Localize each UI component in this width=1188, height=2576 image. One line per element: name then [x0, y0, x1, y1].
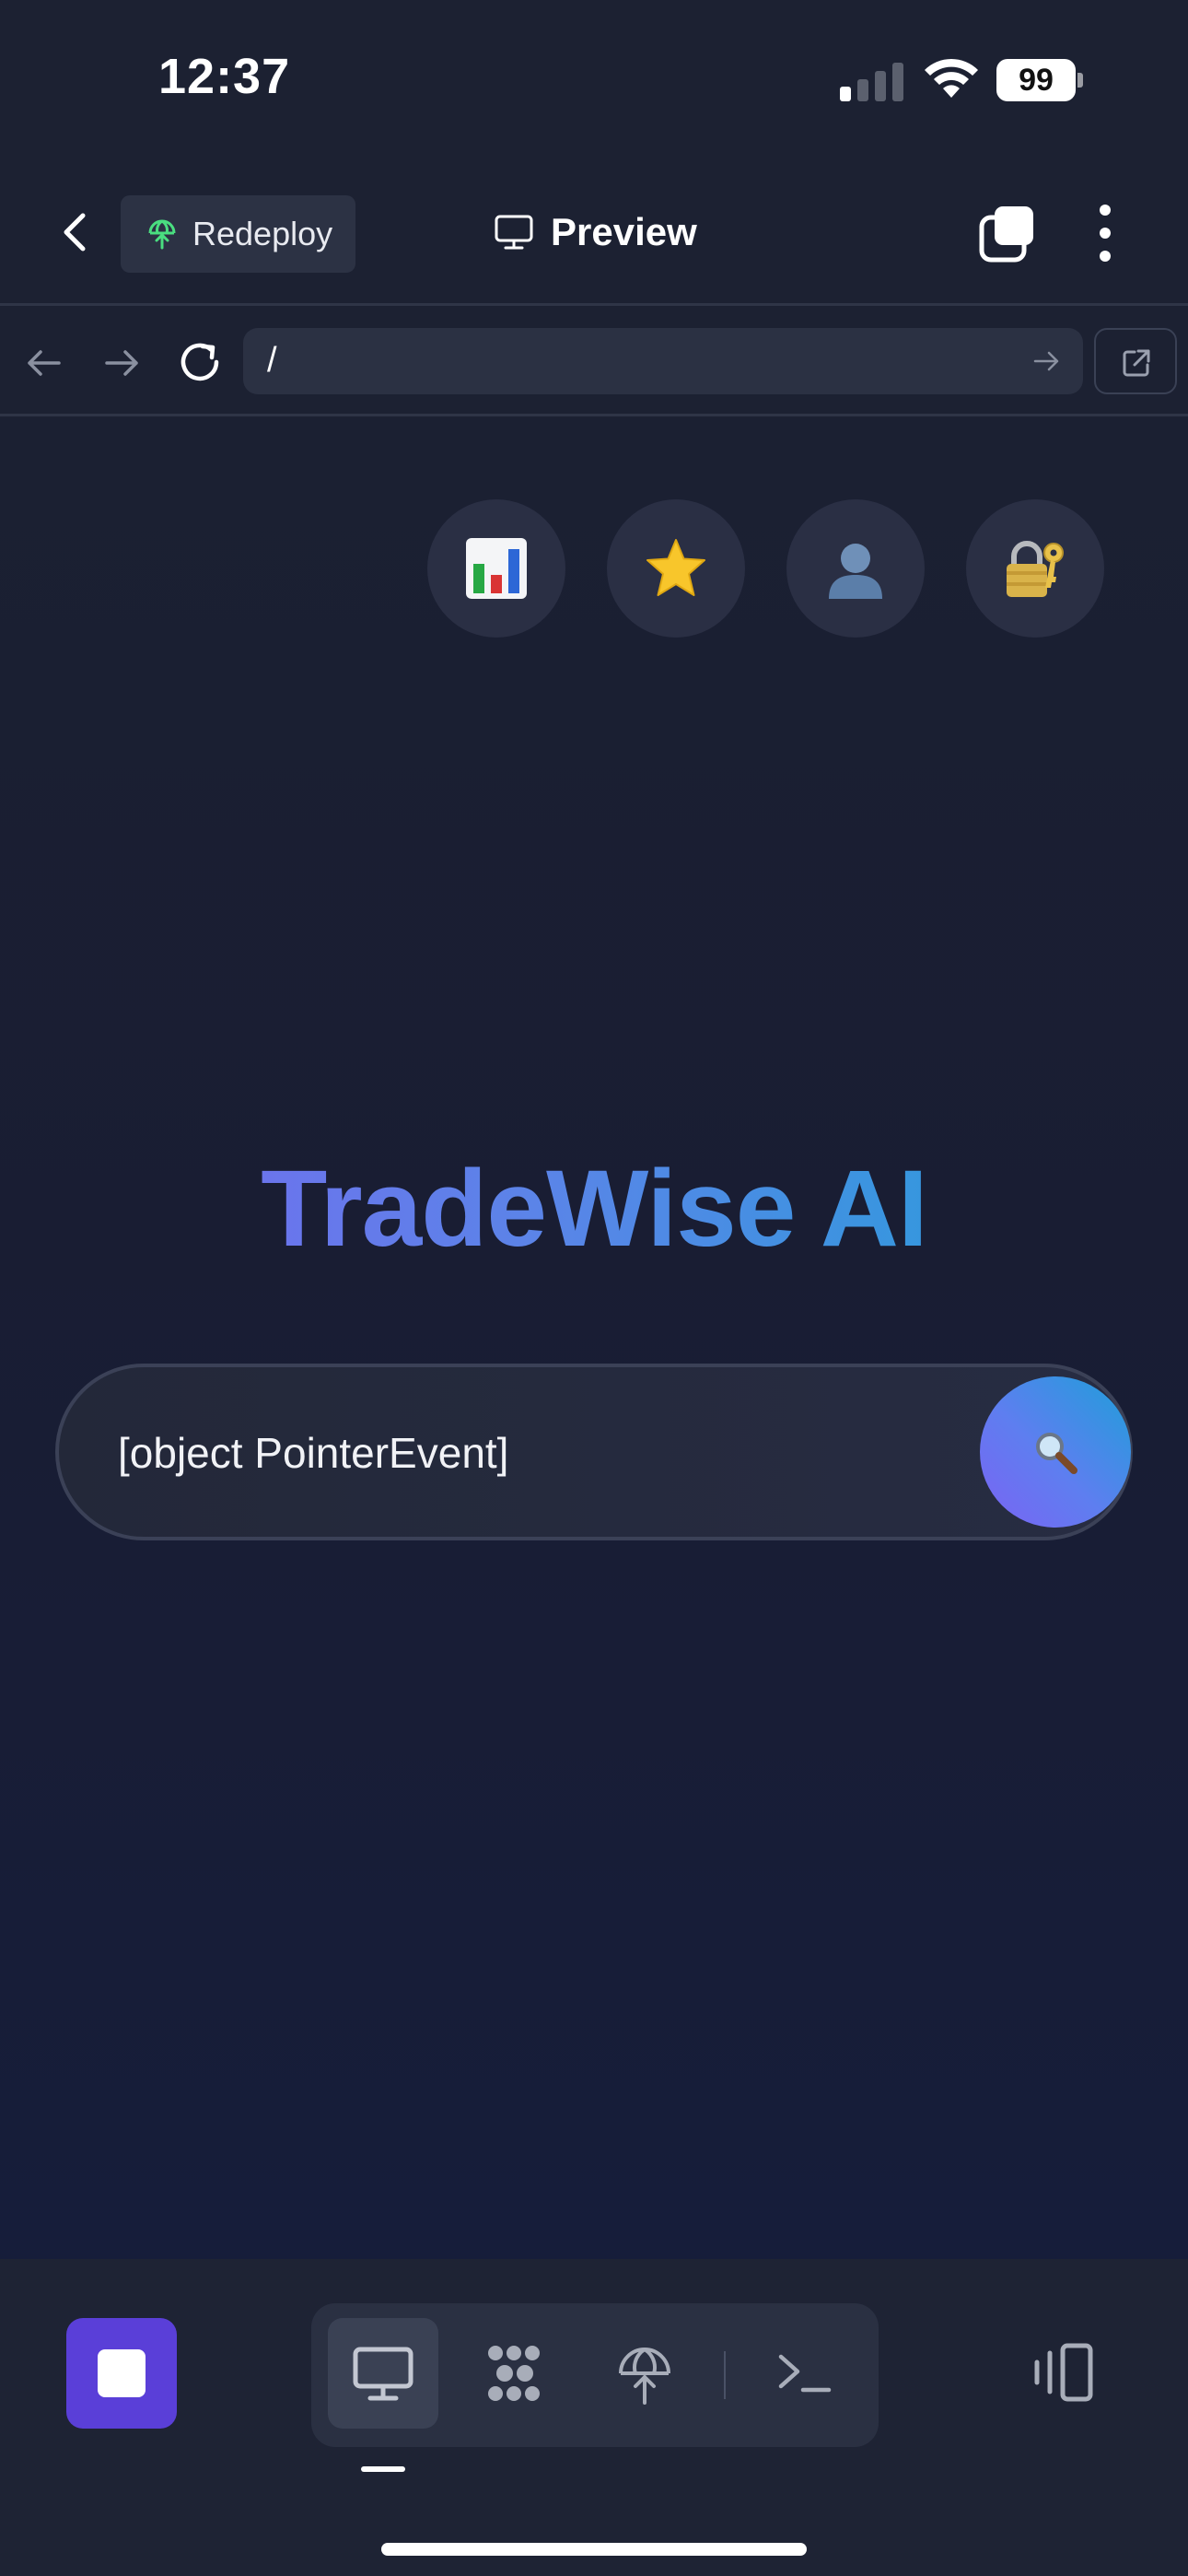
web-preview-content: TradeWise AI [object PointerEvent]	[0, 418, 1188, 2259]
status-bar: 12:37 99	[0, 0, 1188, 157]
search-input[interactable]: [object PointerEvent]	[55, 1364, 1133, 1540]
open-external-button[interactable]	[1094, 328, 1177, 394]
deploy-tool-button[interactable]	[589, 2318, 700, 2429]
search-input-value: [object PointerEvent]	[118, 1429, 509, 1477]
bar-chart-emoji-icon	[466, 538, 527, 599]
more-vertical-icon[interactable]	[1087, 203, 1124, 263]
deploy-globe-icon	[148, 219, 176, 250]
wifi-icon	[925, 58, 978, 98]
url-input[interactable]: /	[243, 328, 1083, 394]
security-button[interactable]	[966, 499, 1104, 638]
dots-cluster-icon	[488, 2346, 540, 2401]
preview-title-label: Preview	[551, 210, 697, 253]
stop-icon	[98, 2349, 146, 2397]
favorites-button[interactable]	[607, 499, 745, 638]
terminal-icon	[778, 2354, 832, 2393]
active-tool-indicator	[361, 2466, 405, 2472]
chevron-left-icon[interactable]	[52, 206, 103, 258]
star-emoji-icon	[646, 539, 705, 596]
redeploy-label: Redeploy	[192, 215, 333, 252]
monitor-icon	[495, 215, 533, 250]
redeploy-button[interactable]: Redeploy	[121, 195, 355, 273]
go-arrow-icon[interactable]	[1031, 346, 1061, 376]
page-title: Preview	[494, 205, 697, 260]
monitor-icon	[353, 2347, 413, 2401]
browser-toolbar: /	[0, 308, 1188, 416]
home-indicator	[381, 2543, 807, 2556]
arrow-right-icon[interactable]	[99, 341, 144, 385]
cellular-signal-icon	[840, 61, 904, 101]
lock-with-key-emoji-icon	[1007, 541, 1064, 597]
arrow-left-icon[interactable]	[22, 341, 66, 385]
user-silhouette-emoji-icon	[829, 544, 882, 599]
battery-indicator: 99	[996, 59, 1083, 101]
tool-divider	[724, 2351, 726, 2399]
reload-icon[interactable]	[175, 337, 225, 387]
tabs-icon[interactable]	[978, 205, 1037, 263]
preview-tool-button[interactable]	[328, 2318, 438, 2429]
search-button[interactable]	[980, 1376, 1131, 1528]
external-link-icon	[1123, 349, 1150, 377]
brand-title: TradeWise AI	[0, 1146, 1188, 1271]
battery-cap	[1077, 73, 1083, 88]
deploy-globe-icon	[619, 2348, 670, 2405]
console-tool-button[interactable]	[750, 2318, 860, 2429]
stop-button[interactable]	[66, 2318, 177, 2429]
battery-level: 99	[996, 59, 1076, 101]
url-value: /	[267, 341, 277, 380]
app-header: Redeploy Preview	[0, 157, 1188, 306]
tool-switcher	[311, 2303, 879, 2447]
status-time: 12:37	[158, 49, 291, 104]
bottom-toolbar	[0, 2259, 1188, 2576]
magnifier-emoji-icon	[1036, 1433, 1077, 1474]
workspace-tool-button[interactable]	[459, 2318, 569, 2429]
profile-button[interactable]	[786, 499, 925, 638]
stats-button[interactable]	[427, 499, 565, 638]
device-rotate-icon[interactable]	[1028, 2340, 1101, 2405]
